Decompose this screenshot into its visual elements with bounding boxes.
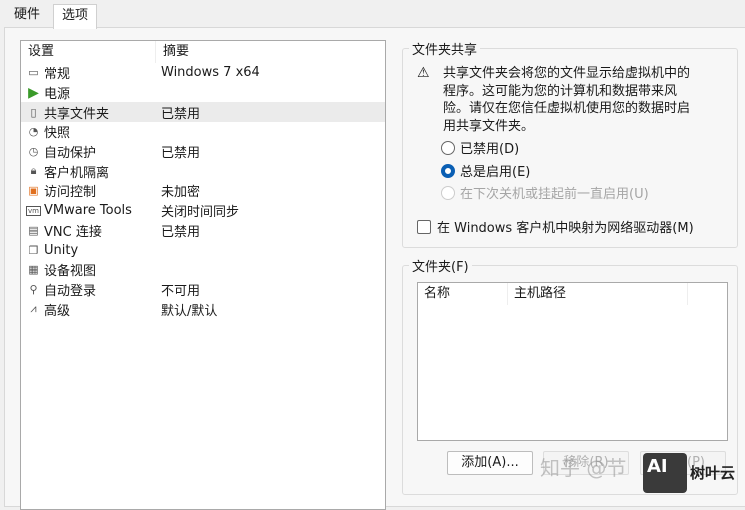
setting-name: 电源 [44,87,71,103]
vm-icon: vm [26,205,41,216]
tab-options[interactable]: 选项 [53,4,98,29]
setting-name: 共享文件夹 [44,106,110,122]
setting-name: 高级 [44,303,71,319]
device-view-icon: ▦ [28,263,39,277]
settings-header: 设置 摘要 [21,41,385,63]
settings-row[interactable]: 🔒︎ 客户机隔离 [21,161,385,181]
setting-summary: 未加密 [161,185,201,201]
setting-name: 自动保护 [44,146,97,162]
play-icon: ▶ [28,84,39,101]
settings-row[interactable]: ❐ Unity [21,240,385,260]
lock-icon: 🔒︎ [30,164,37,178]
access-control-icon: ▣ [28,184,39,198]
vnc-icon: ▤ [28,223,39,237]
setting-name: 设备视图 [44,264,97,280]
tab-hardware[interactable]: 硬件 [6,4,48,28]
setting-name: 访问控制 [44,185,97,201]
radio-label: 在下次关机或挂起前一直启用(U) [460,187,649,202]
radio-disabled[interactable]: 已禁用(D) [441,138,519,157]
monitor-icon: ▭ [28,66,39,80]
radio-label: 已禁用(D) [460,142,520,157]
settings-row[interactable]: ▣ 访问控制 未加密 [21,181,385,201]
radio-label: 总是启用(E) [460,165,531,180]
settings-row[interactable]: ◷ 自动保护 已禁用 [21,142,385,162]
setting-name: 常规 [44,67,71,83]
column-summary[interactable]: 摘要 [155,41,189,63]
map-network-drive-checkbox[interactable]: 在 Windows 客户机中映射为网络驱动器(M) [417,217,694,236]
advanced-icon: ⩘ [30,302,37,316]
watermark-text: 知乎 @节 [540,456,627,480]
setting-summary: 不可用 [161,283,201,299]
setting-name: Unity [44,242,79,258]
column-name[interactable]: 名称 [418,283,508,305]
warning-text: 共享文件夹会将您的文件显示给虚拟机中的程序。这可能为您的计算机和数据带来风险。请… [443,66,691,134]
setting-summary: Windows 7 x64 [161,65,260,81]
settings-list: 设置 摘要 ▭ 常规 Windows 7 x64 ▶ 电源 ▯ 共享文件夹 已禁用 ◔ 快照 ◷ 自动… [20,40,386,510]
settings-row[interactable]: ▤ VNC 连接 已禁用 [21,221,385,241]
checkbox-label: 在 Windows 客户机中映射为网络驱动器(M) [437,221,694,236]
autologin-icon: ⚲ [29,282,38,296]
setting-name: 快照 [44,126,71,142]
setting-name: VMware Tools [44,203,132,219]
settings-row[interactable]: ▶ 电源 [21,83,385,103]
settings-row[interactable]: ▯ 共享文件夹 已禁用 [21,102,385,123]
radio-until-poweroff[interactable]: 在下次关机或挂起前一直启用(U) [441,183,649,202]
column-host-path[interactable]: 主机路径 [508,283,688,305]
setting-name: 自动登录 [44,283,97,299]
setting-name: VNC 连接 [44,224,102,240]
setting-summary: 已禁用 [161,106,201,122]
radio-always-enabled[interactable]: 总是启用(E) [441,161,530,180]
folders-title: 文件夹(F) [409,256,472,275]
setting-summary: 关闭时间同步 [161,205,240,221]
settings-row[interactable]: ⚲ 自动登录 不可用 [21,280,385,300]
watermark-brand: 树叶云 [690,464,736,482]
folder-sharing-group: 文件夹共享 ⚠ 共享文件夹会将您的文件显示给虚拟机中的程序。这可能为您的计算机和… [402,39,738,248]
snapshot-icon: ◔ [28,125,39,139]
warning-icon: ⚠ [417,65,430,81]
folder-sharing-title: 文件夹共享 [409,39,481,58]
add-button[interactable]: 添加(A)... [447,451,533,475]
unity-icon: ❐ [28,243,39,257]
settings-row[interactable]: ▭ 常规 Windows 7 x64 [21,63,385,83]
settings-row[interactable]: vm VMware Tools 关闭时间同步 [21,201,385,221]
setting-summary: 已禁用 [161,224,201,240]
folders-list[interactable]: 名称 主机路径 [417,282,728,441]
settings-row[interactable]: ⩘ 高级 默认/默认 [21,299,385,319]
settings-row[interactable]: ◔ 快照 [21,122,385,142]
watermark-logo: AI [643,453,687,493]
setting-summary: 默认/默认 [161,303,218,319]
setting-name: 客户机隔离 [44,165,110,181]
clock-icon: ◷ [28,145,39,159]
shared-folder-icon: ▯ [30,105,37,119]
column-settings[interactable]: 设置 [21,41,155,63]
settings-row[interactable]: ▦ 设备视图 [21,260,385,280]
setting-summary: 已禁用 [161,146,201,162]
